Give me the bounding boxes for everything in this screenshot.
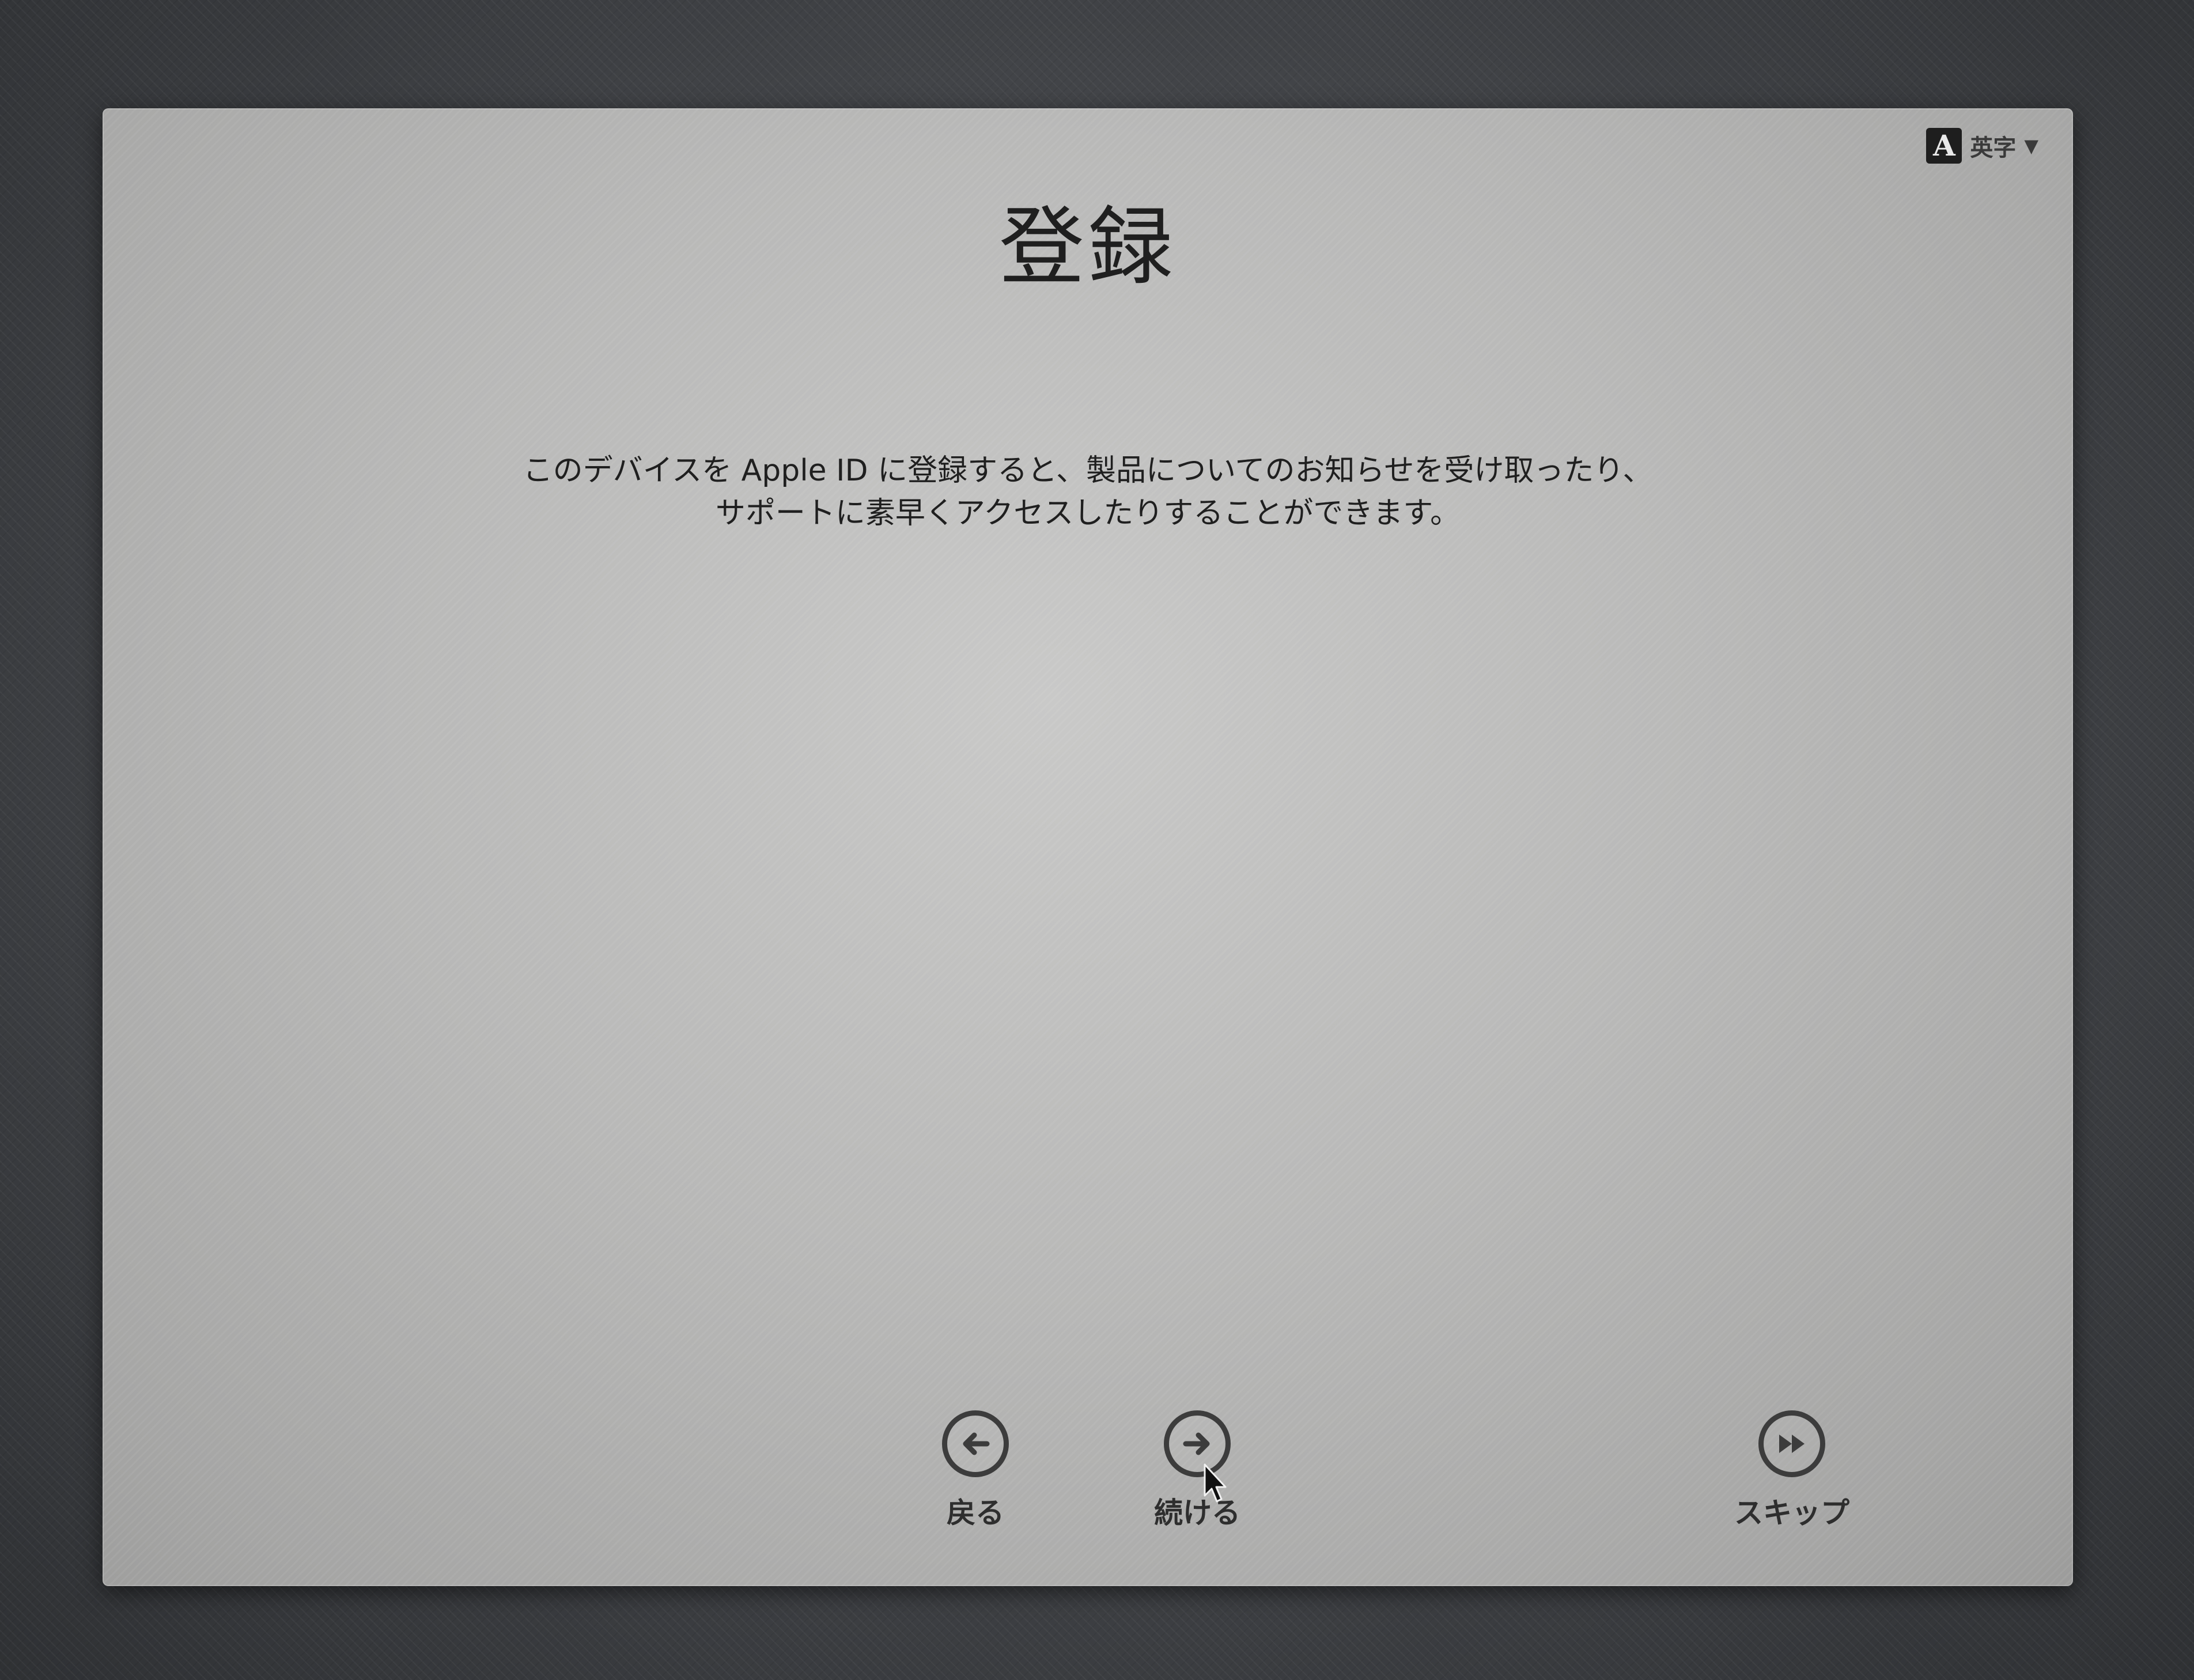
back-button[interactable]: 戻る	[906, 1410, 1045, 1531]
back-button-label: 戻る	[947, 1496, 1004, 1530]
chevron-down-icon: ▼	[2024, 135, 2038, 157]
continue-button-label: 続ける	[1154, 1496, 1240, 1530]
left-arrow-icon	[942, 1410, 1009, 1477]
skip-button-label: スキップ	[1734, 1496, 1849, 1530]
page-title: 登録	[999, 198, 1177, 297]
description-line-2: サポートに素早くアクセスしたりすることができます。	[715, 496, 1461, 531]
input-source-menu[interactable]: A 英字 ▼	[1926, 124, 2038, 167]
right-arrow-icon	[1164, 1410, 1231, 1477]
input-source-icon: A	[1926, 128, 1962, 164]
setup-assistant-window: A 英字 ▼ 登録 このデバイスを Apple ID に登録すると、製品について…	[103, 108, 2073, 1586]
skip-button[interactable]: スキップ	[1723, 1410, 1861, 1531]
description-line-1: このデバイスを Apple ID に登録すると、製品についてのお知らせを受け取っ…	[523, 453, 1653, 488]
fast-forward-icon	[1758, 1410, 1825, 1477]
page-description: このデバイスを Apple ID に登録すると、製品についてのお知らせを受け取っ…	[275, 449, 1900, 535]
input-source-label: 英字	[1970, 135, 2017, 161]
continue-button[interactable]: 続ける	[1128, 1410, 1266, 1531]
